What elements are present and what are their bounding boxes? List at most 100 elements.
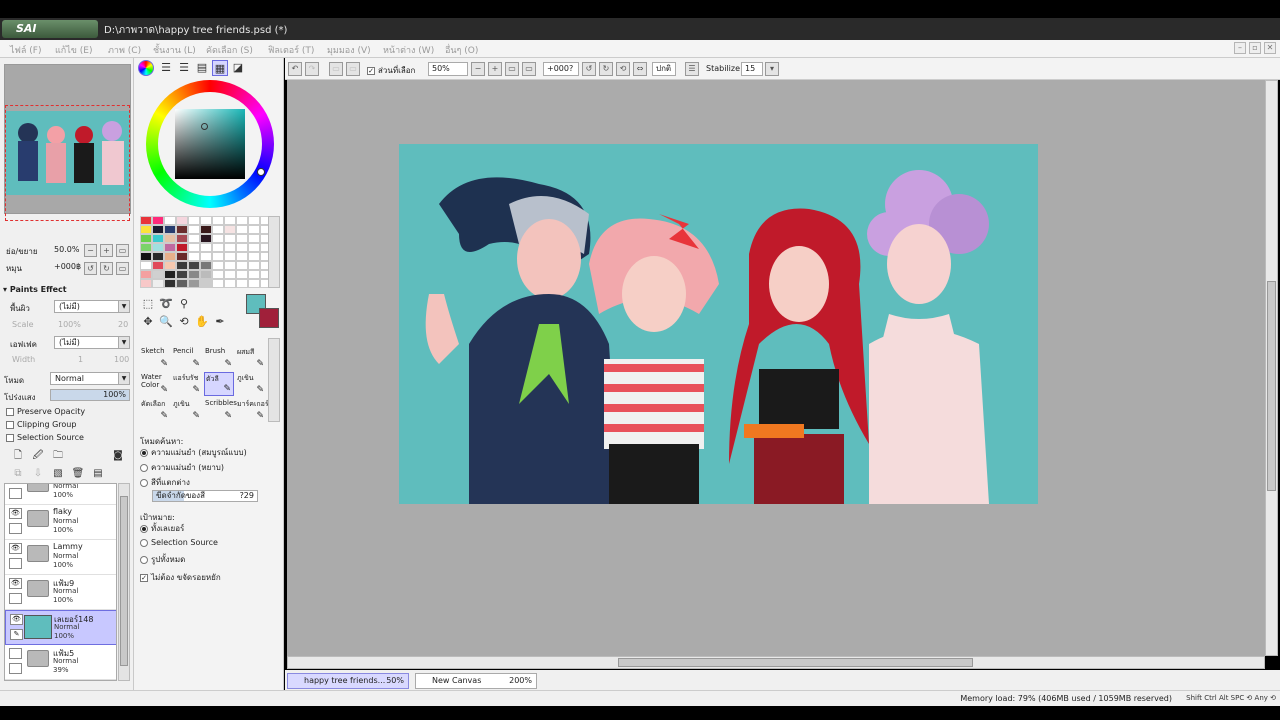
secondary-color-swatch[interactable] bbox=[259, 308, 279, 328]
color-swatch[interactable] bbox=[188, 261, 200, 270]
layer-lock-icon[interactable] bbox=[9, 593, 22, 604]
color-wheel-tab-icon[interactable] bbox=[138, 60, 154, 76]
color-swatch[interactable] bbox=[188, 270, 200, 279]
effect-select[interactable]: (ไม่มี) ▼ bbox=[54, 336, 130, 349]
brush-tool-slot[interactable]: Brush ✎ bbox=[204, 346, 234, 370]
tolerance-slider[interactable]: ขีดจำกัดของสี ?29 bbox=[152, 490, 258, 502]
color-swatch[interactable] bbox=[188, 252, 200, 261]
blend-mode-select[interactable]: Normal ▼ bbox=[50, 372, 130, 385]
visibility-eye-icon[interactable]: 👁 bbox=[10, 614, 23, 625]
visibility-eye-icon[interactable]: 👁 bbox=[9, 578, 22, 589]
lasso-select-icon[interactable]: ➰ bbox=[158, 296, 174, 312]
canvas-area[interactable] bbox=[287, 80, 1265, 656]
texture-select[interactable]: (ไม่มี) ▼ bbox=[54, 300, 130, 313]
zoom-out-toolbar-button[interactable]: − bbox=[471, 62, 485, 76]
color-swatch[interactable] bbox=[152, 279, 164, 288]
color-swatch[interactable] bbox=[200, 252, 212, 261]
merge-visible-icon[interactable]: ▤ bbox=[90, 466, 106, 482]
color-swatch[interactable] bbox=[152, 234, 164, 243]
new-folder-icon[interactable]: 🗀 bbox=[50, 448, 66, 464]
rotate-ccw-toolbar-button[interactable]: ↺ bbox=[582, 62, 596, 76]
restore-button[interactable]: ▫ bbox=[1249, 42, 1261, 54]
copy-layer-icon[interactable]: ⧉ bbox=[10, 466, 26, 482]
layer-lock-icon[interactable]: ✎ bbox=[10, 629, 23, 640]
color-swatch[interactable] bbox=[212, 261, 224, 270]
color-swatch[interactable] bbox=[212, 216, 224, 225]
swatches-tab-icon[interactable]: ▦ bbox=[212, 60, 228, 76]
color-swatch[interactable] bbox=[140, 234, 152, 243]
rotate-left-button[interactable]: ↺ bbox=[84, 262, 97, 275]
antialias-checkbox[interactable]: ✓ ไม่ต้อง ขจัดรอยหยัก bbox=[140, 571, 221, 584]
color-swatch[interactable] bbox=[200, 216, 212, 225]
color-swatch[interactable] bbox=[140, 216, 152, 225]
visibility-eye-icon[interactable]: 👁 bbox=[9, 543, 22, 554]
color-picker-cursor[interactable] bbox=[201, 123, 208, 130]
deselect-button[interactable]: ▭ bbox=[329, 62, 343, 76]
color-swatch[interactable] bbox=[236, 225, 248, 234]
zoom-tool-icon[interactable]: 🔍 bbox=[158, 314, 174, 330]
color-swatch[interactable] bbox=[224, 243, 236, 252]
color-swatch[interactable] bbox=[236, 216, 248, 225]
color-swatch[interactable] bbox=[236, 279, 248, 288]
color-swatch[interactable] bbox=[176, 270, 188, 279]
color-swatch[interactable] bbox=[212, 234, 224, 243]
layer-row[interactable]: 👁 flaky Normal 100% bbox=[5, 505, 116, 540]
color-swatch[interactable] bbox=[176, 279, 188, 288]
zoom-in-toolbar-button[interactable]: + bbox=[488, 62, 502, 76]
layer-list-scroll-thumb[interactable] bbox=[120, 496, 128, 666]
color-swatch[interactable] bbox=[248, 270, 260, 279]
close-button[interactable]: ✕ bbox=[1264, 42, 1276, 54]
selection-source-checkbox[interactable]: Selection Source bbox=[6, 433, 84, 442]
color-swatch[interactable] bbox=[152, 270, 164, 279]
color-swatch[interactable] bbox=[164, 261, 176, 270]
zoom-fit-button[interactable]: ▭ bbox=[505, 62, 519, 76]
brush-tool-slot[interactable]: ภูเขิน ✎ bbox=[236, 372, 266, 396]
preserve-opacity-checkbox[interactable]: Preserve Opacity bbox=[6, 407, 85, 416]
menu-filter[interactable]: ฟิลเตอร์ (T) bbox=[268, 43, 314, 57]
fill-mode-rough-radio[interactable]: ความแม่นยำ (หยาบ) bbox=[140, 461, 224, 474]
color-swatch[interactable] bbox=[248, 243, 260, 252]
rotation-field[interactable]: +000? bbox=[543, 62, 579, 76]
color-swatch[interactable] bbox=[224, 279, 236, 288]
color-swatch[interactable] bbox=[140, 252, 152, 261]
zoom-actual-button[interactable]: ▭ bbox=[522, 62, 536, 76]
delete-layer-icon[interactable]: 🗑 bbox=[70, 466, 86, 482]
stabilize-dropdown-button[interactable]: ▾ bbox=[765, 62, 779, 76]
color-swatch[interactable] bbox=[236, 270, 248, 279]
canvas-vertical-scroll-thumb[interactable] bbox=[1267, 281, 1276, 491]
color-swatch[interactable] bbox=[224, 261, 236, 270]
color-wheel[interactable] bbox=[146, 80, 274, 208]
color-swatch[interactable] bbox=[164, 234, 176, 243]
color-swatch[interactable] bbox=[212, 252, 224, 261]
rotate-reset-toolbar-button[interactable]: ⟲ bbox=[616, 62, 630, 76]
brush-tool-slot[interactable]: ผสมสี ✎ bbox=[236, 346, 266, 370]
menu-layer[interactable]: ชั้นงาน (L) bbox=[153, 43, 196, 57]
zoom-in-button[interactable]: + bbox=[100, 244, 113, 257]
color-swatch[interactable] bbox=[188, 225, 200, 234]
zoom-out-button[interactable]: − bbox=[84, 244, 97, 257]
color-swatch[interactable] bbox=[140, 270, 152, 279]
menu-file[interactable]: ไฟล์ (F) bbox=[10, 43, 41, 57]
hand-tool-icon[interactable]: ✋ bbox=[194, 314, 210, 330]
doc-tab-new-canvas[interactable]: New Canvas 200% bbox=[415, 673, 537, 689]
color-swatch[interactable] bbox=[188, 216, 200, 225]
color-swatch[interactable] bbox=[176, 261, 188, 270]
color-swatch[interactable] bbox=[200, 243, 212, 252]
color-swatch[interactable] bbox=[236, 252, 248, 261]
layer-row[interactable]: 👁 Lammy Normal 100% bbox=[5, 540, 116, 575]
color-swatch[interactable] bbox=[224, 270, 236, 279]
color-swatch[interactable] bbox=[248, 252, 260, 261]
color-swatch[interactable] bbox=[140, 261, 152, 270]
stabilize-field[interactable]: 15 bbox=[741, 62, 763, 76]
zoom-reset-button[interactable]: ▭ bbox=[116, 244, 129, 257]
layer-row[interactable]: 👁 ✎ เลเยอร์148 Normal 100% bbox=[5, 610, 116, 645]
target-layer-radio[interactable]: ทั้งเลเยอร์ bbox=[140, 522, 184, 535]
color-swatch[interactable] bbox=[152, 243, 164, 252]
color-swatch[interactable] bbox=[224, 216, 236, 225]
color-swatch-grid[interactable] bbox=[140, 216, 272, 288]
hue-picker-cursor[interactable] bbox=[257, 168, 265, 176]
color-swatch[interactable] bbox=[248, 225, 260, 234]
target-image-radio[interactable]: รูปทั้งหมด bbox=[140, 553, 185, 566]
layer-list[interactable]: Normal 100% 👁 flaky Normal 100% 👁 Lammy Normal 10… bbox=[4, 483, 117, 681]
color-swatch[interactable] bbox=[200, 270, 212, 279]
